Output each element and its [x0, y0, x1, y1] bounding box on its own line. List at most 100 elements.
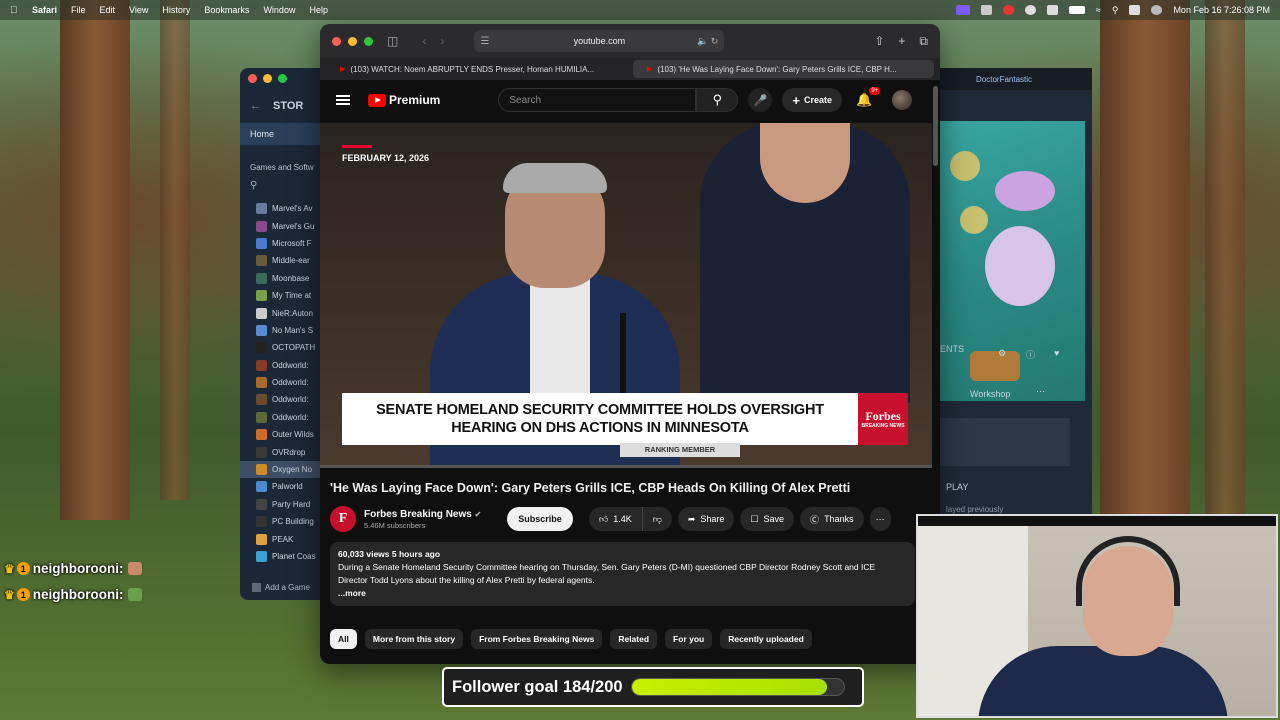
- chip-from-channel[interactable]: From Forbes Breaking News: [471, 629, 603, 649]
- chip-related[interactable]: Related: [610, 629, 658, 649]
- menu-help[interactable]: Help: [309, 5, 328, 15]
- youtube-logo[interactable]: Premium: [368, 93, 440, 107]
- zoom-button[interactable]: [278, 74, 287, 83]
- steam-game-item[interactable]: Party Hard: [240, 496, 325, 513]
- voice-search-icon[interactable]: 🎤: [748, 88, 773, 112]
- sidebar-icon[interactable]: ◫: [387, 34, 398, 48]
- search-input[interactable]: Search: [498, 88, 697, 112]
- channel-name[interactable]: Forbes Breaking News ✔: [364, 509, 481, 520]
- chip-all[interactable]: All: [330, 629, 357, 649]
- steam-game-item[interactable]: PC Building: [240, 513, 325, 530]
- menu-view[interactable]: View: [129, 5, 148, 15]
- status-icon[interactable]: [1046, 5, 1058, 15]
- zoom-button[interactable]: [364, 36, 373, 46]
- steam-game-item[interactable]: Palworld: [240, 478, 325, 495]
- back-icon[interactable]: ‹: [422, 34, 426, 48]
- tab-overview-icon[interactable]: ⧉: [919, 34, 928, 49]
- info-icon[interactable]: ⓘ: [1026, 348, 1035, 361]
- steam-game-item[interactable]: Moonbase: [240, 270, 325, 287]
- steam-game-item[interactable]: Oddworld:: [240, 409, 325, 426]
- search-icon[interactable]: ⚲: [1112, 5, 1119, 16]
- notifications-bell-icon[interactable]: 🔔 9+: [856, 87, 881, 108]
- steam-game-item[interactable]: Oddworld:: [240, 374, 325, 391]
- steam-game-item[interactable]: Oddworld:: [240, 391, 325, 408]
- minimize-button[interactable]: [263, 74, 272, 83]
- forward-icon[interactable]: ›: [440, 34, 444, 48]
- video-progress-bar[interactable]: [320, 465, 932, 468]
- browser-tab-active[interactable]: ▶ (103) 'He Was Laying Face Down': Gary …: [633, 60, 934, 78]
- close-button[interactable]: [332, 36, 341, 46]
- apple-icon[interactable]: : [10, 5, 20, 16]
- steam-game-item[interactable]: Middle-ear: [240, 252, 325, 269]
- save-button[interactable]: ☐ Save: [740, 507, 795, 531]
- new-tab-icon[interactable]: +: [898, 34, 905, 49]
- steam-game-item[interactable]: NieR:Auton: [240, 304, 325, 321]
- chip-more-from-story[interactable]: More from this story: [364, 629, 464, 649]
- workshop-tab[interactable]: Workshop: [970, 389, 1010, 399]
- more-dots-icon[interactable]: ⋯: [1036, 386, 1045, 397]
- add-game-button[interactable]: Add a Game: [252, 583, 310, 592]
- steam-game-item[interactable]: Marvel's Gu: [240, 217, 325, 234]
- steam-game-item[interactable]: No Man's S: [240, 322, 325, 339]
- audio-reload-icon[interactable]: 🔈 ↻: [697, 36, 718, 47]
- avatar[interactable]: [892, 90, 913, 110]
- create-button[interactable]: + Create: [782, 88, 842, 112]
- favorite-heart-icon[interactable]: ♥: [1054, 348, 1059, 358]
- library-search-icon[interactable]: ⚲: [240, 180, 325, 200]
- status-icon[interactable]: [1002, 5, 1014, 15]
- library-filter[interactable]: Games and Softw: [240, 145, 325, 180]
- steam-user-name[interactable]: DoctorFantastic: [976, 75, 1032, 84]
- show-more-link[interactable]: ...more: [338, 587, 907, 600]
- like-dislike-group: 👍︎ 1.4K 👎︎: [588, 507, 672, 531]
- steam-game-item[interactable]: Planet Coas: [240, 548, 325, 565]
- steam-home-link[interactable]: Home: [240, 123, 325, 145]
- steam-game-item[interactable]: My Time at: [240, 287, 325, 304]
- menu-icon[interactable]: [336, 95, 350, 105]
- search-button[interactable]: ⚲: [696, 88, 739, 112]
- menu-file[interactable]: File: [71, 5, 86, 15]
- share-button[interactable]: ➦ Share: [677, 507, 735, 531]
- steam-game-item[interactable]: Oddworld:: [240, 357, 325, 374]
- status-icon[interactable]: [1024, 5, 1036, 15]
- share-icon[interactable]: ⇧: [874, 34, 884, 49]
- menu-edit[interactable]: Edit: [100, 5, 116, 15]
- close-button[interactable]: [248, 74, 257, 83]
- minimize-button[interactable]: [348, 36, 357, 46]
- scrollbar[interactable]: [933, 86, 938, 166]
- plus-icon: [252, 583, 261, 592]
- video-player[interactable]: FEBRUARY 12, 2026 SENATE HOMELAND SECURI…: [320, 123, 932, 468]
- like-button[interactable]: 👍︎ 1.4K: [588, 507, 643, 531]
- settings-gear-icon[interactable]: ⚙: [998, 348, 1006, 359]
- steam-game-item[interactable]: Marvel's Av: [240, 200, 325, 217]
- battery-icon[interactable]: [1068, 6, 1085, 14]
- steam-store-tab[interactable]: STOR: [273, 100, 303, 112]
- chip-recently-uploaded[interactable]: Recently uploaded: [720, 629, 812, 649]
- reader-icon[interactable]: ☰: [480, 36, 489, 47]
- steam-game-item[interactable]: OCTOPATH: [240, 339, 325, 356]
- wifi-icon[interactable]: ≈: [1096, 5, 1101, 15]
- thanks-button[interactable]: Ⓒ Thanks: [800, 507, 864, 531]
- steam-game-item[interactable]: Microsoft F: [240, 235, 325, 252]
- channel-avatar[interactable]: F: [330, 506, 356, 532]
- steam-game-item[interactable]: OVRdrop: [240, 443, 325, 460]
- browser-tab[interactable]: ▶ (103) WATCH: Noem ABRUPTLY ENDS Presse…: [326, 60, 627, 78]
- siri-icon[interactable]: [1151, 5, 1163, 15]
- control-center-icon[interactable]: [1129, 5, 1141, 15]
- menu-bookmarks[interactable]: Bookmarks: [204, 5, 249, 15]
- menu-app-name[interactable]: Safari: [32, 5, 57, 15]
- menu-history[interactable]: History: [162, 5, 190, 15]
- menu-window[interactable]: Window: [263, 5, 295, 15]
- screen-share-icon[interactable]: [955, 5, 970, 15]
- subscribe-button[interactable]: Subscribe: [507, 507, 573, 531]
- steam-game-item[interactable]: Outer Wilds: [240, 426, 325, 443]
- back-arrow-icon[interactable]: ←: [250, 100, 261, 112]
- chip-for-you[interactable]: For you: [665, 629, 713, 649]
- steam-game-item[interactable]: PEAK: [240, 530, 325, 547]
- more-actions-button[interactable]: ⋯: [869, 507, 891, 531]
- status-icon[interactable]: [980, 5, 992, 15]
- steam-game-item[interactable]: Oxygen No: [240, 460, 325, 479]
- address-bar[interactable]: ☰ youtube.com 🔈 ↻: [474, 30, 725, 52]
- dislike-button[interactable]: 👎︎: [642, 507, 672, 531]
- menubar-clock[interactable]: Mon Feb 16 7:26:08 PM: [1173, 5, 1270, 15]
- video-description[interactable]: 60,033 views 5 hours ago During a Senate…: [330, 542, 915, 606]
